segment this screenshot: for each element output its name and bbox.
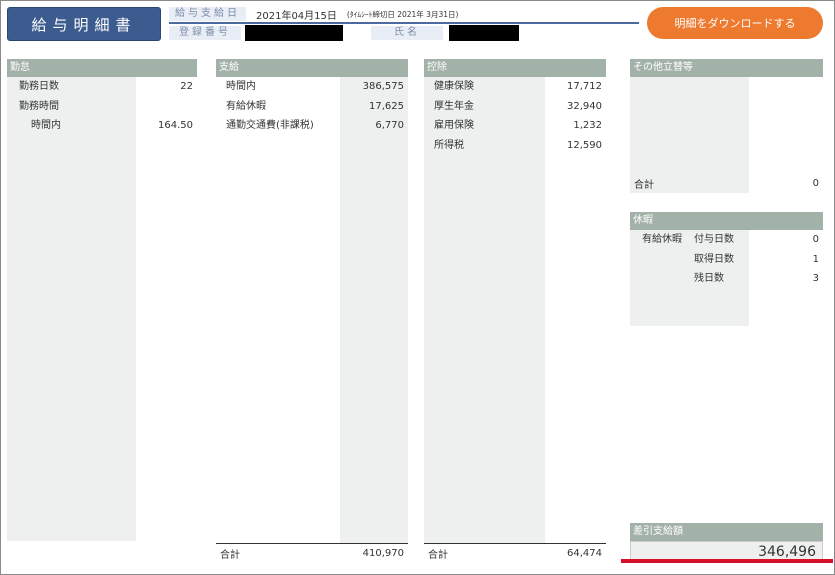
other-total-label: 合計 (634, 179, 654, 191)
list-item: 勤務時間 (19, 100, 59, 112)
payment-header: 支給 (216, 59, 408, 77)
payment-total-row: 合計 410,970 (216, 543, 408, 563)
pay-date-row: 給与支給日 2021年04月15日 (ﾀｲﾑｼｰﾄ締切日 2021年 3月31日… (169, 6, 458, 22)
attendance-rows: 勤務日数 22 勤務時間 時間内 164.50 (7, 77, 197, 136)
list-item: 取得日数 1 (694, 253, 819, 265)
download-statement-button[interactable]: 明細をダウンロードする (647, 7, 823, 39)
employee-info-row: 登録番号 氏名 (169, 25, 519, 41)
payment-value-column (340, 77, 408, 543)
header-divider (169, 22, 639, 24)
payment-rows: 時間内 386,575 有給休暇 17,625 通勤交通費(非課税) 6,770 (216, 77, 408, 136)
employee-name-redacted (449, 25, 519, 41)
leave-category-label: 有給休暇 (642, 234, 682, 245)
leave-panel: 休暇 有給休暇 付与日数 0 取得日数 1 残日数 3 (630, 212, 823, 326)
net-pay-highlight-underline (621, 559, 833, 563)
deduction-header: 控除 (424, 59, 606, 77)
deduction-total-label: 合計 (428, 550, 448, 561)
other-header: その他立替等 (630, 59, 823, 77)
list-item: 雇用保険 1,232 (434, 120, 602, 131)
payment-panel: 支給 時間内 386,575 有給休暇 17,625 通勤交通費(非課税) 6,… (216, 59, 408, 563)
deduction-rows: 健康保険 17,712 厚生年金 32,940 雇用保険 1,232 所得税 1… (424, 77, 606, 155)
attendance-panel: 勤怠 勤務日数 22 勤務時間 時間内 164.50 (7, 59, 197, 541)
deduction-total-row: 合計 64,474 (424, 543, 606, 563)
other-total-row: 合計 0 (630, 173, 823, 193)
pay-date-label: 給与支給日 (169, 7, 246, 21)
employee-name-label: 氏名 (371, 26, 443, 40)
list-item: 時間内 386,575 (226, 81, 404, 92)
list-item: 所得税 12,590 (434, 139, 602, 151)
net-pay-value: 346,496 (758, 544, 816, 560)
attendance-label-column (7, 77, 136, 541)
payment-total-label: 合計 (220, 550, 240, 561)
payment-total-value: 410,970 (362, 548, 404, 559)
list-item: 有給休暇 17,625 (226, 100, 404, 112)
deduction-total-value: 64,474 (567, 548, 602, 559)
net-pay-header: 差引支給額 (630, 523, 823, 541)
list-item: 残日数 3 (694, 273, 819, 284)
list-item: 時間内 164.50 (31, 120, 193, 131)
list-item: 勤務日数 22 (19, 81, 193, 92)
other-reimbursements-panel: その他立替等 合計 0 (630, 59, 823, 193)
registration-number-redacted (245, 25, 343, 41)
registration-number-label: 登録番号 (169, 26, 241, 40)
leave-header: 休暇 (630, 212, 823, 230)
page-title: 給与明細書 (7, 7, 161, 41)
list-item: 厚生年金 32,940 (434, 100, 602, 112)
pay-date-value: 2021年04月15日 (256, 10, 337, 22)
list-item: 有給休暇 付与日数 0 (630, 230, 823, 250)
deduction-panel: 控除 健康保険 17,712 厚生年金 32,940 雇用保険 1,232 所得… (424, 59, 606, 563)
attendance-header: 勤怠 (7, 59, 197, 77)
other-total-value: 0 (812, 177, 819, 189)
cutoff-date-note: (ﾀｲﾑｼｰﾄ締切日 2021年 3月31日) (346, 9, 459, 19)
payslip-window: 給与明細書 給与支給日 2021年04月15日 (ﾀｲﾑｼｰﾄ締切日 2021年… (0, 0, 835, 575)
leave-rows: 有給休暇 付与日数 0 取得日数 1 残日数 3 (630, 230, 823, 289)
list-item: 通勤交通費(非課税) 6,770 (226, 120, 404, 131)
list-item: 健康保険 17,712 (434, 81, 602, 92)
net-pay-panel: 差引支給額 346,496 (630, 523, 823, 563)
